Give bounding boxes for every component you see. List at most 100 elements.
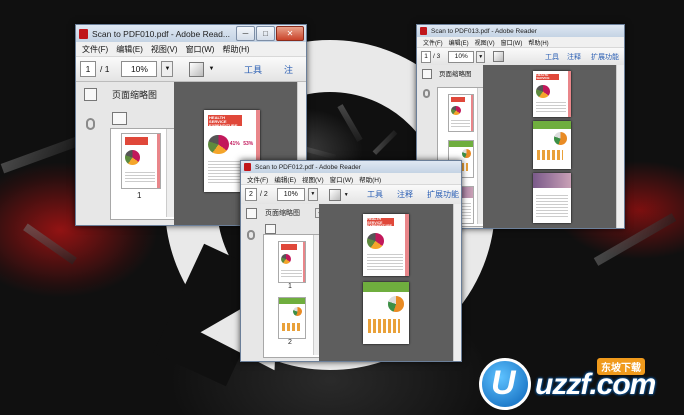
page-number-input[interactable]: 1 — [421, 50, 431, 63]
menu-edit[interactable]: 编辑(E) — [116, 44, 143, 55]
menu-view[interactable]: 视图(V) — [302, 174, 324, 184]
zoom-dropdown-arrow[interactable]: ▼ — [161, 61, 174, 77]
attachments-icon[interactable] — [247, 230, 255, 240]
document-scrollbar[interactable] — [616, 65, 624, 228]
comment-link[interactable]: 注释 — [567, 52, 581, 62]
menu-edit[interactable]: 编辑(E) — [274, 174, 296, 184]
page-number-input[interactable]: 2 — [245, 188, 257, 201]
menu-file[interactable]: 文件(F) — [82, 44, 108, 55]
page-heading-text: HEALTH SERVICE EXPENDITURE — [367, 217, 393, 229]
tools-link[interactable]: 工具 — [244, 63, 262, 76]
menu-help[interactable]: 帮助(H) — [222, 44, 249, 55]
document-view[interactable]: HEALTH SERVICE EXPENDITURE — [319, 204, 453, 361]
zoom-input[interactable]: 10% — [448, 50, 475, 63]
pdf-page: HEALTH SERVICE EXPENDITURE — [363, 214, 409, 276]
thumb-donut-graphic — [293, 306, 303, 317]
pdf-app-icon — [79, 28, 88, 39]
menu-file[interactable]: 文件(F) — [247, 174, 268, 184]
thumb-text-lines — [125, 169, 156, 184]
minimize-button[interactable]: ─ — [236, 26, 255, 41]
document-view[interactable]: HEALTH SERVICE EXPENDITURE — [483, 65, 616, 228]
zoom-dropdown-arrow[interactable]: ▼ — [307, 188, 318, 201]
comment-link[interactable]: 注释 — [397, 189, 413, 200]
background-shard — [23, 223, 77, 265]
page-header-block — [533, 121, 571, 129]
page-total: / 1 — [100, 64, 110, 74]
fit-page-icon[interactable] — [189, 61, 205, 77]
page-header-block — [363, 282, 409, 292]
page-thumbnail[interactable] — [448, 94, 474, 132]
thumbnail-options-icon[interactable] — [112, 112, 127, 125]
thumb-header-block — [281, 244, 297, 250]
attachments-icon[interactable] — [86, 118, 95, 130]
thumb-donut-graphic — [461, 148, 471, 158]
window-title: Scan to PDF013.pdf - Adobe Reader — [431, 27, 537, 35]
title-bar[interactable]: Scan to PDF010.pdf - Adobe Read... ─ □ ✕ — [76, 25, 306, 42]
window-title: Scan to PDF012.pdf - Adobe Reader — [255, 163, 361, 171]
thumb-header-block — [125, 137, 148, 145]
page-side-strip — [567, 71, 571, 117]
page-thumbnail[interactable] — [278, 297, 306, 339]
menu-file[interactable]: 文件(F) — [423, 38, 443, 47]
thumbnail-list[interactable]: 1 2 — [263, 234, 321, 358]
pdf-app-icon — [244, 163, 251, 171]
page-bar-graphic — [536, 149, 564, 161]
thumbnail-page-label: 1 — [137, 191, 142, 200]
thumbnail-page-label: 2 — [288, 339, 292, 346]
toolbar: 2 / 2 10% ▼ ▼ 工具 注释 扩展功能 — [241, 185, 461, 205]
page-heading-text: HEALTH SERVICE EXPENDITURE — [209, 114, 238, 128]
pdf-page — [533, 173, 571, 223]
tool-dropdown-arrow[interactable]: ▼ — [344, 192, 349, 198]
close-button[interactable]: ✕ — [276, 26, 304, 41]
page-thumbnail[interactable] — [278, 241, 306, 283]
page-header-block — [533, 173, 571, 188]
thumb-pie-graphic — [125, 150, 141, 166]
thumb-text-lines — [450, 118, 471, 129]
menu-view[interactable]: 视图(V) — [475, 38, 495, 47]
thumbnail-page-label: 1 — [288, 283, 292, 290]
logo-mark: U — [479, 358, 531, 410]
pages-panel-icon[interactable] — [422, 69, 432, 79]
page-total: / 2 — [260, 191, 268, 198]
fit-page-icon[interactable] — [493, 51, 505, 62]
page-thumbnail[interactable] — [121, 133, 161, 189]
thumbnail-options-icon[interactable] — [265, 224, 276, 234]
document-scrollbar[interactable] — [453, 204, 461, 361]
extended-link[interactable]: 扩展功能 — [427, 189, 459, 200]
menu-bar: 文件(F) 编辑(E) 视图(V) 窗口(W) 帮助(H) — [76, 42, 306, 57]
title-bar[interactable]: Scan to PDF013.pdf - Adobe Reader — [417, 25, 624, 37]
pdf-page — [533, 121, 571, 169]
pages-panel-icon[interactable] — [246, 208, 257, 219]
tools-link[interactable]: 工具 — [367, 189, 383, 200]
title-bar[interactable]: Scan to PDF012.pdf - Adobe Reader — [241, 161, 461, 173]
pdf-page — [363, 282, 409, 344]
menu-window[interactable]: 窗口(W) — [501, 38, 523, 47]
thumb-header-block — [450, 97, 466, 103]
menu-help[interactable]: 帮助(H) — [359, 174, 381, 184]
menu-help[interactable]: 帮助(H) — [528, 38, 548, 47]
menu-window[interactable]: 窗口(W) — [330, 174, 353, 184]
toolbar: 1 / 1 10% ▼ ▼ 工具 注 — [76, 57, 306, 82]
menu-window[interactable]: 窗口(W) — [186, 44, 215, 55]
reader-window-pdf012[interactable]: Scan to PDF012.pdf - Adobe Reader 文件(F) … — [240, 160, 462, 362]
page-bar-graphic — [367, 319, 400, 333]
extended-link[interactable]: 扩展功能 — [591, 52, 619, 62]
zoom-input[interactable]: 10% — [276, 188, 305, 201]
maximize-button[interactable]: □ — [256, 26, 275, 41]
menu-view[interactable]: 视图(V) — [151, 44, 178, 55]
pages-panel-icon[interactable] — [84, 88, 97, 101]
stat-percent-b: 53% — [243, 141, 254, 148]
page-heading-text: HEALTH SERVICE EXPENDITURE — [536, 73, 558, 84]
tools-link[interactable]: 工具 — [545, 52, 559, 62]
attachments-icon[interactable] — [423, 89, 430, 98]
zoom-dropdown-arrow[interactable]: ▼ — [476, 50, 486, 63]
page-number-input[interactable]: 1 — [80, 61, 96, 77]
tool-dropdown-arrow[interactable]: ▼ — [208, 66, 214, 72]
fit-page-icon[interactable] — [328, 188, 341, 201]
thumb-side-strip — [302, 242, 305, 282]
pdf-app-icon — [420, 27, 427, 35]
zoom-input[interactable]: 10% — [121, 61, 158, 77]
comment-link[interactable]: 注 — [284, 63, 293, 76]
menu-edit[interactable]: 编辑(E) — [449, 38, 469, 47]
thumbnail-list[interactable]: 1 — [110, 128, 176, 220]
